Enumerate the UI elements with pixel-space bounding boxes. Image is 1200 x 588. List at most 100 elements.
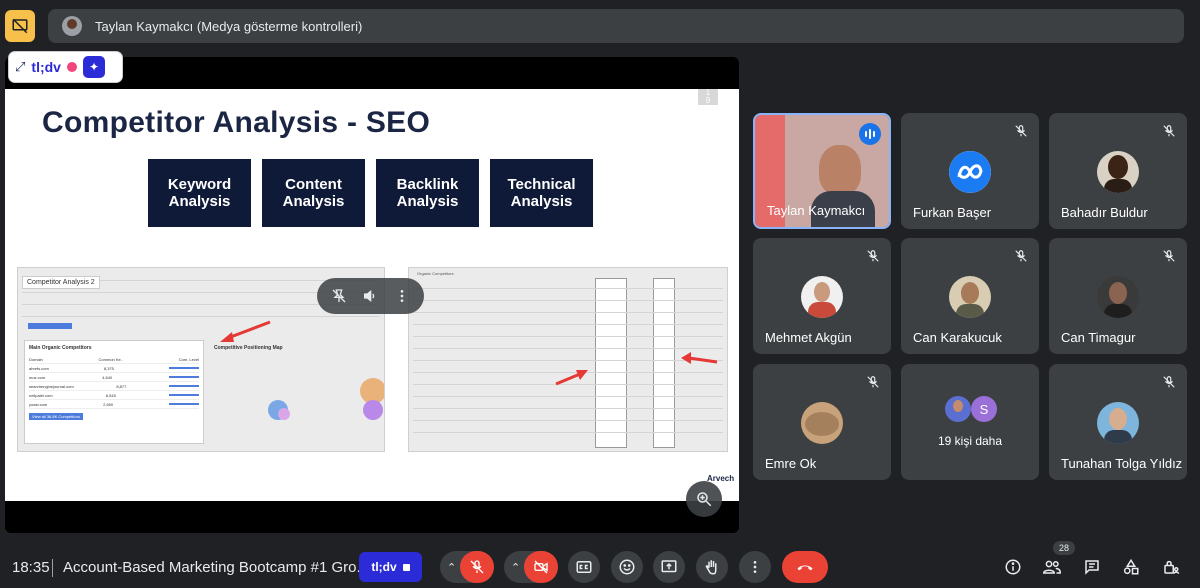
zoom-button[interactable] — [686, 481, 722, 517]
host-controls-button[interactable] — [1161, 557, 1181, 577]
participant-name: Can Timagur — [1061, 330, 1136, 345]
stop-icon — [402, 563, 410, 571]
participant-tile[interactable]: Emre Ok — [753, 364, 891, 480]
emoji-icon — [619, 559, 635, 575]
tldv-logo: tl;dv — [31, 59, 61, 75]
avatar — [801, 276, 843, 318]
chevron-up-icon[interactable]: ⌃ — [511, 561, 520, 574]
participant-name: Furkan Başer — [913, 205, 992, 220]
mic-off-icon — [1013, 248, 1029, 264]
chart-bubble — [363, 400, 383, 420]
captions-icon — [576, 561, 592, 573]
red-arrow-icon — [555, 370, 588, 386]
participant-count-badge: 28 — [1053, 541, 1075, 555]
more-options-icon[interactable] — [391, 285, 413, 307]
slide-title: Competitor Analysis - SEO — [42, 106, 431, 139]
participant-tile[interactable]: Furkan Başer — [901, 113, 1039, 229]
mic-off-icon — [865, 248, 881, 264]
chat-icon — [1085, 560, 1099, 575]
view-all-competitors-button: View all 36.8K Competitors — [29, 413, 83, 420]
leave-call-button[interactable] — [782, 551, 828, 583]
meta-logo-avatar — [949, 151, 991, 193]
captions-button[interactable] — [568, 551, 600, 583]
mic-off-button[interactable] — [460, 551, 494, 583]
microphone-control[interactable]: ⌃ — [440, 551, 494, 583]
camera-off-icon — [534, 560, 548, 574]
info-icon — [1005, 559, 1021, 575]
camera-control[interactable]: ⌃ — [504, 551, 558, 583]
volume-icon[interactable] — [359, 285, 381, 307]
participant-tile[interactable]: Taylan Kaymakcı — [753, 113, 891, 229]
meeting-time: 18:35 — [12, 559, 50, 576]
chat-button[interactable] — [1082, 557, 1102, 577]
pin-off-icon[interactable] — [328, 285, 350, 307]
raise-hand-button[interactable] — [696, 551, 728, 583]
mic-off-icon — [1161, 248, 1177, 264]
video-controls — [317, 278, 424, 314]
presenter-banner-text: Taylan Kaymakcı (Medya gösterme kontroll… — [95, 18, 363, 34]
avatar — [1097, 276, 1139, 318]
mic-off-icon — [1013, 123, 1029, 139]
panel-row: ahrefs.com 8,375 — [29, 364, 199, 373]
present-screen-icon — [661, 560, 677, 573]
more-vert-icon — [753, 561, 757, 573]
avatar — [801, 402, 843, 444]
presentation-stage: 19 Competitor Analysis - SEO Keyword Ana… — [5, 57, 739, 533]
tldv-stop-recording-button[interactable]: tl;dv — [359, 552, 422, 582]
participant-name: Emre Ok — [765, 456, 817, 471]
shapes-icon — [1123, 558, 1139, 575]
speaking-indicator-icon — [859, 123, 881, 145]
people-button[interactable] — [1042, 557, 1062, 577]
lock-person-icon — [1164, 560, 1180, 574]
tldv-button-label: tl;dv — [371, 560, 397, 574]
participant-tile[interactable]: Mehmet Akgün — [753, 238, 891, 354]
hang-up-icon — [797, 565, 813, 571]
slide-page-marker: 19 — [698, 89, 718, 105]
expand-icon[interactable]: ⤢ — [15, 59, 25, 75]
participant-tile[interactable]: Can Karakucuk — [901, 238, 1039, 354]
participant-name: Tunahan Tolga Yıldız — [1061, 456, 1183, 471]
presenter-banner[interactable]: Taylan Kaymakcı (Medya gösterme kontroll… — [48, 9, 1184, 43]
panel-header-row: Domain Common Ke.. Com. Level — [29, 355, 199, 364]
participant-tile[interactable]: Can Timagur — [1049, 238, 1187, 354]
content-analysis-box: Content Analysis — [262, 159, 365, 227]
backlink-analysis-box: Backlink Analysis — [376, 159, 479, 227]
avatar — [945, 396, 971, 422]
meeting-details-button[interactable] — [1003, 557, 1023, 577]
recording-indicator — [66, 62, 77, 72]
reactions-button[interactable] — [611, 551, 643, 583]
panel-row: neilpatel.com 8,545 — [29, 391, 199, 400]
camera-off-button[interactable] — [524, 551, 558, 583]
presenting-icon[interactable] — [5, 10, 35, 42]
view-pages-button — [28, 323, 72, 329]
ai-sparkle-icon[interactable]: ✦ — [82, 56, 105, 78]
participant-tile[interactable]: Tunahan Tolga Yıldız — [1049, 364, 1187, 480]
participant-tile[interactable]: Bahadır Buldur — [1049, 113, 1187, 229]
activities-button[interactable] — [1121, 557, 1141, 577]
mic-off-icon — [1161, 374, 1177, 390]
chevron-up-icon[interactable]: ⌃ — [447, 561, 456, 574]
main-organic-competitors-panel: Main Organic Competitors Domain Common Ke… — [24, 340, 204, 444]
avatar — [1097, 151, 1139, 193]
present-screen-button[interactable] — [653, 551, 685, 583]
meeting-title: Account-Based Marketing Bootcamp #1 Gro.… — [63, 559, 369, 576]
competitor-analysis-label: Competitor Analysis 2 — [22, 276, 100, 289]
people-icon — [1042, 560, 1062, 574]
tldv-recorder-chip[interactable]: ⤢ tl;dv ✦ — [9, 52, 122, 82]
panel-row: yoast.com 2,650 — [29, 400, 199, 409]
mic-off-icon — [1161, 123, 1177, 139]
initial-avatar: S — [971, 396, 997, 422]
hand-icon — [705, 560, 717, 575]
mic-off-icon — [865, 374, 881, 390]
zoom-icon — [697, 492, 712, 507]
panel-row: searchenginejournal.com 8,877 — [29, 382, 199, 391]
panel-heading: Main Organic Competitors — [29, 345, 92, 351]
panel-row: moz.com 4,640 — [29, 373, 199, 382]
keyword-analysis-box: Keyword Analysis — [148, 159, 251, 227]
right-screenshot: Organic Competitors — [408, 267, 728, 452]
more-participants-tile[interactable]: S 19 kişi daha — [901, 364, 1039, 480]
chart-bubble — [278, 408, 290, 420]
red-arrow-icon — [681, 352, 718, 364]
more-options-button[interactable] — [739, 551, 771, 583]
mic-off-icon — [470, 560, 484, 574]
